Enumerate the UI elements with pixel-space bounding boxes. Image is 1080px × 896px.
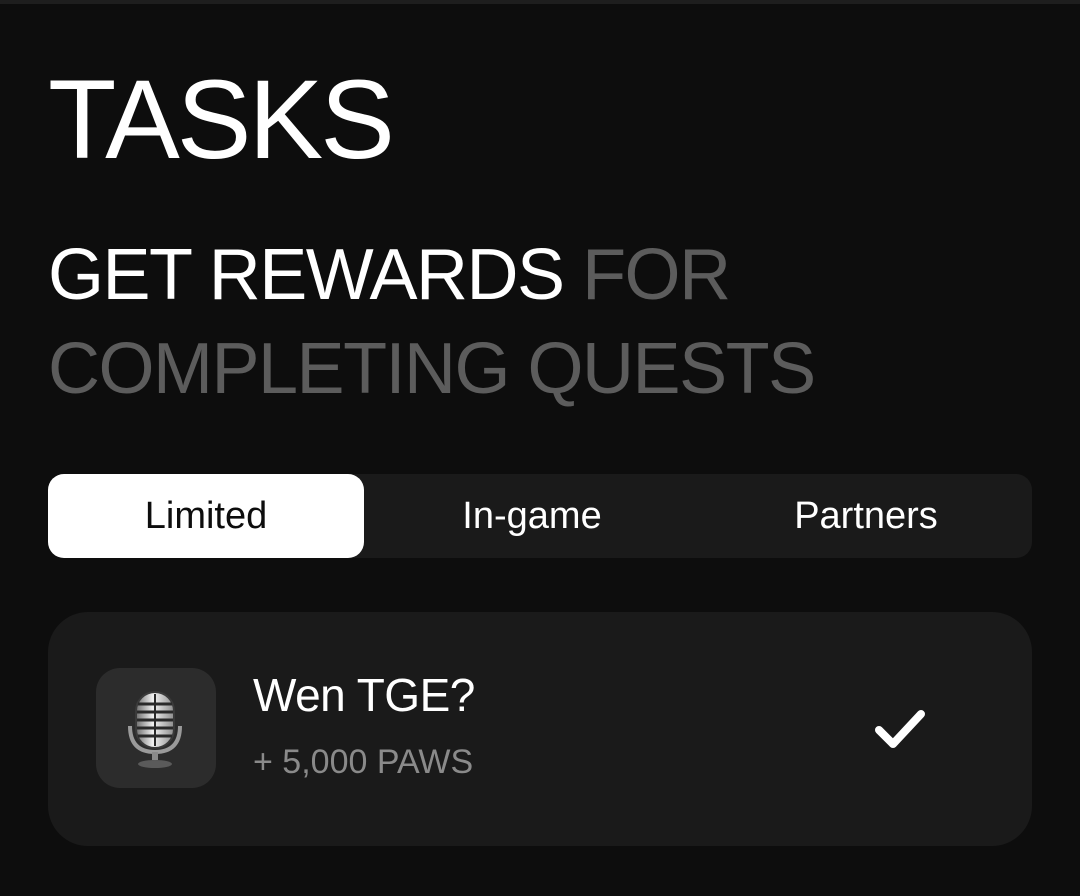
task-reward: + 5,000 PAWS — [253, 743, 474, 781]
top-divider — [0, 0, 1080, 4]
tab-limited[interactable]: Limited — [48, 474, 364, 558]
microphone-icon — [96, 668, 216, 788]
tab-in-game[interactable]: In-game — [364, 474, 700, 558]
task-card[interactable]: Wen TGE? + 5,000 PAWS — [48, 612, 1032, 846]
page-title: TASKS — [48, 57, 395, 182]
task-tabs: Limited In-game Partners — [48, 474, 1032, 558]
page-subtitle: GET REWARDS FOR COMPLETING QUESTS — [48, 228, 948, 416]
tab-partners[interactable]: Partners — [700, 474, 1032, 558]
subtitle-highlight: GET REWARDS — [48, 235, 565, 315]
checkmark-icon — [875, 710, 925, 748]
task-title: Wen TGE? — [253, 669, 475, 721]
